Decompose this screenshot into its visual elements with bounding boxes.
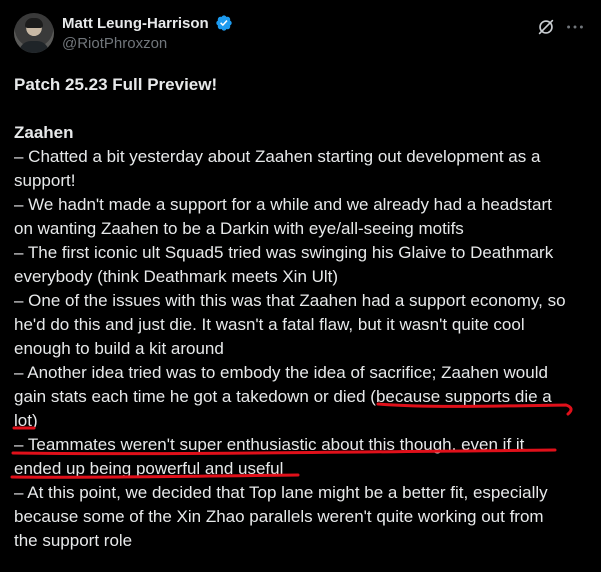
avatar-hair — [25, 18, 43, 28]
text-line: – Another idea tried was to embody the i… — [14, 363, 548, 382]
text-line: – At this point, we decided that Top lan… — [14, 483, 548, 502]
author-block[interactable]: Matt Leung-Harrison @RiotPhroxzon — [62, 14, 233, 54]
text-line: – Chatted a bit yesterday about Zaahen s… — [14, 147, 541, 166]
text-line: everybody (think Deathmark meets Xin Ult… — [14, 267, 339, 286]
author-display-name[interactable]: Matt Leung-Harrison — [62, 14, 209, 34]
verified-badge-icon — [216, 15, 232, 31]
more-horizontal-icon[interactable] — [564, 16, 586, 38]
tweet-text: Patch 25.23 Full Preview! Zaahen – Chatt… — [14, 73, 589, 553]
avatar-body — [19, 41, 49, 53]
text-line: gain stats each time he got a takedown o… — [14, 387, 552, 406]
tweet-card: Matt Leung-Harrison @RiotPhroxzon Patch … — [0, 0, 601, 572]
text-line: on wanting Zaahen to be a Darkin with ey… — [14, 219, 464, 238]
text-line: because some of the Xin Zhao parallels w… — [14, 507, 544, 526]
text-line: he'd do this and just die. It wasn't a f… — [14, 315, 525, 334]
text-line: – One of the issues with this was that Z… — [14, 291, 566, 310]
text-line: the support role — [14, 531, 133, 550]
author-handle[interactable]: @RiotPhroxzon — [62, 34, 233, 54]
text-line: enough to build a kit around — [14, 339, 224, 358]
section-heading: Zaahen — [14, 123, 74, 142]
avatar[interactable] — [14, 13, 54, 53]
text-line: ended up being powerful and useful — [14, 459, 284, 478]
text-line: – The first iconic ult Squad5 tried was … — [14, 243, 554, 262]
tweet-header: Matt Leung-Harrison @RiotPhroxzon — [14, 13, 589, 57]
grok-icon[interactable] — [535, 16, 557, 38]
text-line: support! — [14, 171, 76, 190]
text-line: – We hadn't made a support for a while a… — [14, 195, 552, 214]
text-line: – Teammates weren't super enthusiastic a… — [14, 435, 525, 454]
post-title: Patch 25.23 Full Preview! — [14, 75, 218, 94]
text-line: lot) — [14, 411, 38, 430]
